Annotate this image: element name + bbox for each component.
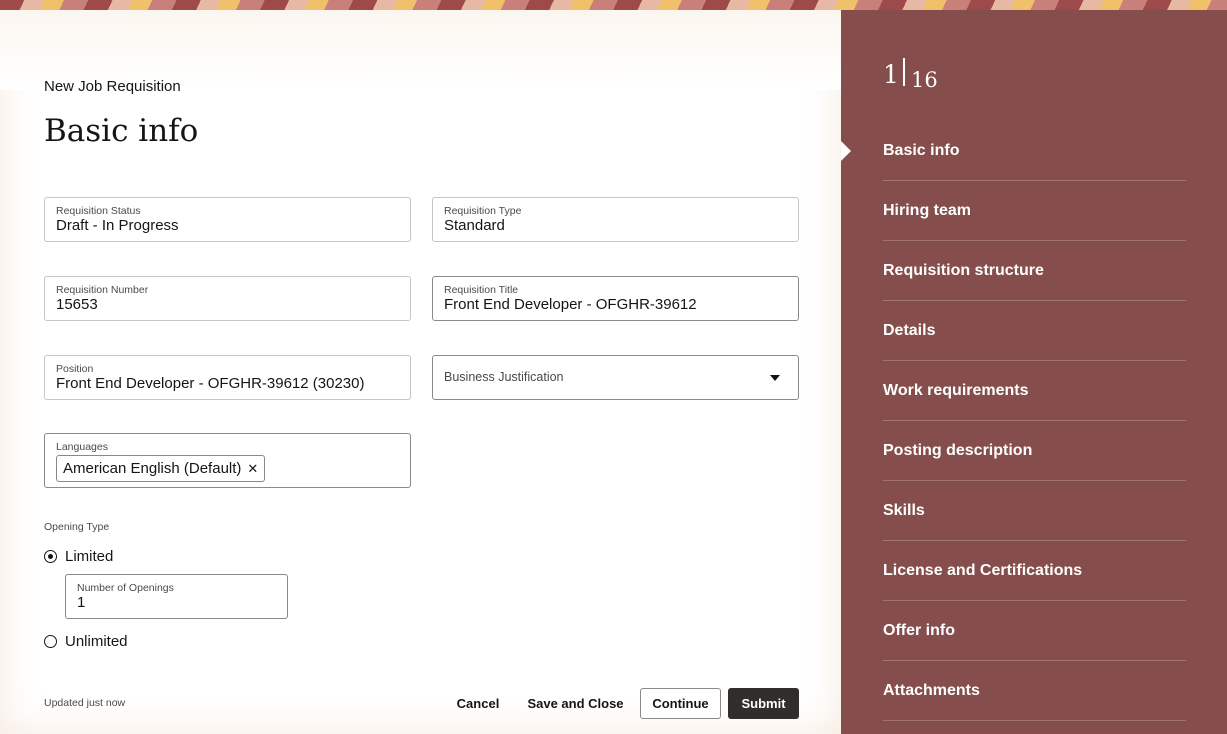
number-of-openings-input[interactable]: Number of Openings 1	[65, 574, 288, 619]
step-divider	[903, 58, 905, 86]
nav-item-basic-info[interactable]: Basic info	[883, 121, 1186, 181]
page-title: Basic info	[44, 113, 199, 149]
field-label: Requisition Number	[56, 284, 149, 296]
field-label: Languages	[56, 441, 108, 453]
field-label: Requisition Title	[444, 284, 519, 296]
business-justification-select[interactable]: Business Justification	[432, 355, 799, 400]
dropdown-arrow-icon[interactable]	[770, 375, 780, 381]
nav-item-details[interactable]: Details	[883, 301, 1186, 361]
field-value: 15653	[56, 296, 98, 313]
language-chip[interactable]: American English (Default) ✕	[56, 455, 266, 482]
field-value[interactable]: Front End Developer - OFGHR-39612	[444, 296, 697, 313]
requisition-status-field: Requisition Status Draft - In Progress	[44, 197, 411, 242]
radio-label: Limited	[65, 548, 114, 565]
requisition-type-field: Requisition Type Standard	[432, 197, 799, 242]
app-root: New Job Requisition Basic info Requisiti…	[0, 0, 1227, 734]
nav-item-requisition-structure[interactable]: Requisition structure	[883, 241, 1186, 301]
nav-item-license-certifications[interactable]: License and Certifications	[883, 541, 1186, 601]
submit-button[interactable]: Submit	[728, 688, 799, 719]
nav-item-hiring-team[interactable]: Hiring team	[883, 181, 1186, 241]
nav-item-posting-description[interactable]: Posting description	[883, 421, 1186, 481]
current-step-number: 1	[883, 60, 899, 89]
languages-field[interactable]: Languages American English (Default) ✕	[44, 433, 411, 488]
nav-item-offer-info[interactable]: Offer info	[883, 601, 1186, 661]
cancel-button[interactable]: Cancel	[444, 688, 512, 719]
field-value: Draft - In Progress	[56, 217, 179, 234]
total-steps-number: 16	[911, 68, 938, 92]
nav-item-skills[interactable]: Skills	[883, 481, 1186, 541]
save-status: Updated just now	[44, 697, 126, 709]
field-value: Standard	[444, 217, 505, 234]
save-and-close-button[interactable]: Save and Close	[522, 688, 629, 719]
radio-limited[interactable]: Limited	[44, 548, 113, 565]
opening-type-label: Opening Type	[44, 521, 110, 533]
field-label: Requisition Status	[56, 205, 141, 217]
field-value[interactable]: 1	[77, 594, 85, 611]
requisition-title-input[interactable]: Requisition Title Front End Developer - …	[432, 276, 799, 321]
field-value: Front End Developer - OFGHR-39612 (30230…	[56, 375, 365, 392]
remove-chip-icon[interactable]: ✕	[247, 461, 258, 477]
field-label: Requisition Type	[444, 205, 522, 217]
position-field: Position Front End Developer - OFGHR-396…	[44, 355, 411, 400]
field-label: Number of Openings	[77, 582, 174, 594]
radio-unlimited[interactable]: Unlimited	[44, 633, 128, 650]
radio-button-checked[interactable]	[44, 550, 57, 563]
current-step-pointer	[841, 141, 851, 161]
radio-button-unchecked[interactable]	[44, 635, 57, 648]
radio-label: Unlimited	[65, 633, 128, 650]
nav-item-attachments[interactable]: Attachments	[883, 661, 1186, 721]
field-label: Position	[56, 363, 94, 375]
select-placeholder: Business Justification	[444, 370, 564, 384]
nav-item-work-requirements[interactable]: Work requirements	[883, 361, 1186, 421]
requisition-number-field: Requisition Number 15653	[44, 276, 411, 321]
breadcrumb: New Job Requisition	[44, 78, 181, 95]
chip-label: American English (Default)	[63, 460, 242, 477]
continue-button[interactable]: Continue	[640, 688, 721, 719]
